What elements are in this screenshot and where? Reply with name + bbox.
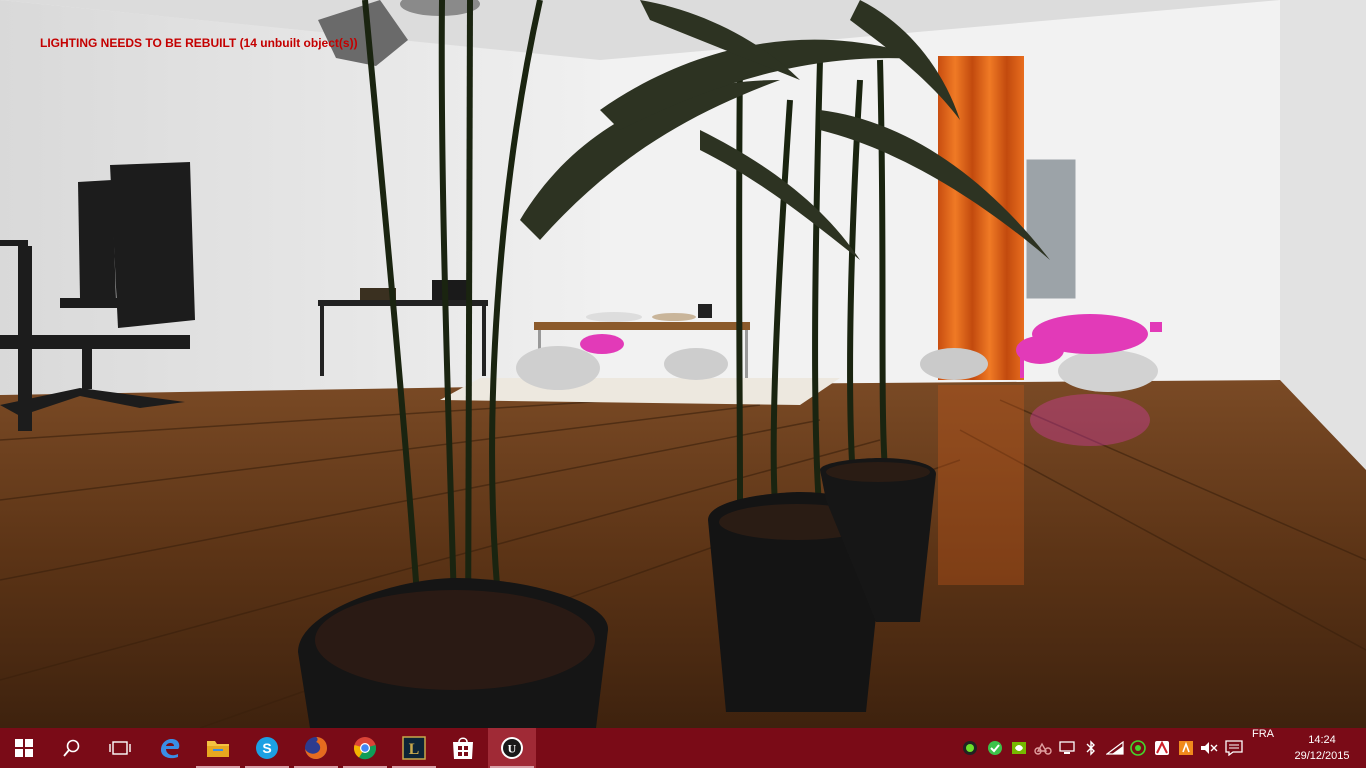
- svg-text:S: S: [262, 740, 271, 756]
- tray-razer[interactable]: [1127, 728, 1149, 768]
- file-explorer-button[interactable]: [194, 728, 242, 768]
- tray-bike[interactable]: [1032, 728, 1054, 768]
- antivirus-icon: [1155, 740, 1169, 755]
- laptop: [432, 280, 472, 300]
- skype-button[interactable]: S: [243, 728, 291, 768]
- store-button[interactable]: [439, 728, 487, 768]
- coffee-table: [534, 322, 750, 330]
- volume-muted-icon: [1201, 742, 1218, 754]
- chrome-icon: [353, 737, 377, 760]
- nvidia-icon: [1012, 742, 1026, 754]
- small-pink-crab: [580, 334, 624, 354]
- curtain-reflection: [938, 385, 1024, 585]
- wooden-floor: [0, 380, 1366, 728]
- wifi-icon: [1106, 741, 1124, 755]
- svg-text:L: L: [409, 741, 420, 758]
- tray-volume[interactable]: [1198, 728, 1220, 768]
- unreal-engine-button[interactable]: U: [488, 728, 536, 768]
- tray-green-circle[interactable]: [959, 728, 981, 768]
- league-of-legends-button[interactable]: L: [390, 728, 438, 768]
- green-circle-icon: [963, 741, 977, 755]
- window: [1023, 156, 1079, 302]
- league-icon: L: [402, 736, 426, 760]
- lighting-warning: LIGHTING NEEDS TO BE REBUILT (14 unbuilt…: [40, 36, 358, 50]
- green-badge-icon: [988, 741, 1002, 755]
- network-display-icon: [1059, 741, 1075, 754]
- unreal-icon: U: [501, 737, 523, 759]
- tray-avast[interactable]: [1175, 728, 1197, 768]
- bike-icon: [1034, 742, 1052, 755]
- pouf: [920, 348, 988, 380]
- firefox-button[interactable]: [292, 728, 340, 768]
- game-viewport[interactable]: LIGHTING NEEDS TO BE REBUILT (14 unbuilt…: [0, 0, 1366, 728]
- pouf: [664, 348, 728, 380]
- avast-icon: [1179, 741, 1193, 755]
- windows-logo-icon: [15, 739, 33, 757]
- razer-icon: [1130, 740, 1146, 756]
- start-button[interactable]: [0, 728, 48, 768]
- pouf: [1058, 350, 1158, 392]
- scene-render: [0, 0, 1366, 728]
- tray-wifi[interactable]: [1104, 728, 1126, 768]
- edge-button[interactable]: [146, 728, 194, 768]
- store-icon: [453, 737, 473, 759]
- pouf: [516, 346, 600, 390]
- folder-icon: [207, 741, 229, 757]
- task-view-icon: [109, 741, 131, 755]
- tray-green-badge[interactable]: [984, 728, 1006, 768]
- search-button[interactable]: [48, 728, 96, 768]
- language-indicator[interactable]: FRA: [1252, 728, 1274, 768]
- clock[interactable]: 14:24 29/12/2015: [1288, 732, 1356, 764]
- tray-antivirus[interactable]: [1151, 728, 1173, 768]
- svg-text:U: U: [508, 742, 517, 756]
- action-center-icon: [1225, 740, 1243, 756]
- tray-bluetooth[interactable]: [1080, 728, 1102, 768]
- tray-nvidia[interactable]: [1008, 728, 1030, 768]
- bluetooth-icon: [1086, 740, 1095, 756]
- desk: [318, 300, 488, 306]
- crab-reflection: [1030, 394, 1150, 446]
- tray-network-display[interactable]: [1056, 728, 1078, 768]
- task-view-button[interactable]: [96, 728, 144, 768]
- skype-icon: S: [256, 737, 278, 759]
- search-icon: [63, 739, 80, 757]
- edge-icon: [161, 739, 180, 759]
- chrome-button[interactable]: [341, 728, 389, 768]
- tray-action-center[interactable]: [1223, 728, 1245, 768]
- taskbar: S L U FRA 14:24 29/12/2015: [0, 728, 1366, 768]
- clock-time: 14:24: [1308, 734, 1336, 746]
- firefox-icon: [305, 737, 327, 759]
- clock-date: 29/12/2015: [1294, 750, 1350, 762]
